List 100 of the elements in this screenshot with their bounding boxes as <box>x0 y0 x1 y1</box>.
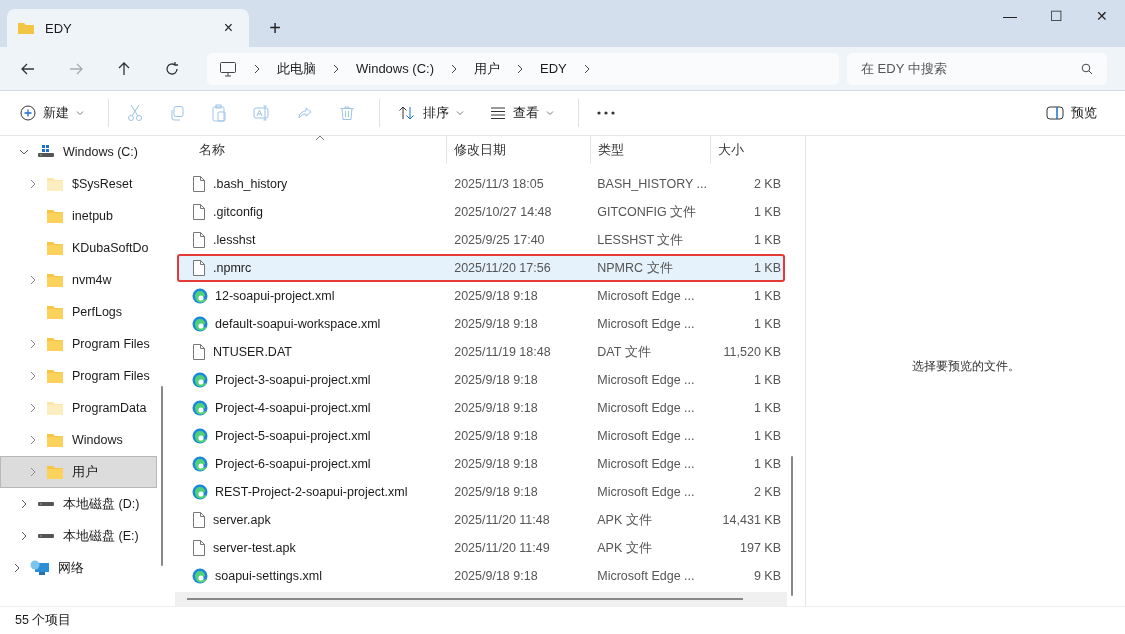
chevron-icon[interactable] <box>19 531 29 541</box>
sort-up-icon <box>315 135 325 141</box>
chevron-icon[interactable] <box>19 499 29 509</box>
up-icon[interactable] <box>116 60 132 77</box>
chevron-icon[interactable] <box>28 435 38 445</box>
file-row[interactable]: .lesshst 2025/9/25 17:40 LESSHST 文件 1 KB <box>177 226 785 254</box>
file-row[interactable]: NTUSER.DAT 2025/11/19 18:48 DAT 文件 11,520 KB <box>177 338 785 366</box>
sidebar-item[interactable]: Program Files <box>0 328 157 360</box>
folder-icon <box>17 20 35 36</box>
sidebar-item[interactable]: 用户 <box>0 456 157 488</box>
preview-button[interactable]: 预览 <box>1036 96 1107 130</box>
breadcrumb-item[interactable]: 此电脑 <box>277 59 316 78</box>
modified-date: 2025/9/18 9:18 <box>454 485 538 499</box>
edge-icon <box>192 568 208 584</box>
close-button[interactable]: ✕ <box>1079 0 1125 32</box>
sidebar-item[interactable]: PerfLogs <box>0 296 157 328</box>
sidebar-item[interactable]: ProgramData <box>0 392 157 424</box>
new-button[interactable]: 新建 <box>10 96 94 130</box>
file-name: server-test.apk <box>213 541 296 555</box>
address-bar[interactable]: 此电脑 Windows (C:) 用户 EDY <box>207 52 839 85</box>
sort-button[interactable]: 排序 <box>388 96 474 130</box>
modified-date: 2025/9/18 9:18 <box>454 457 538 471</box>
modified-date: 2025/9/18 9:18 <box>454 569 538 583</box>
file-size: 1 KB <box>753 429 781 443</box>
file-row[interactable]: .bash_history 2025/11/3 18:05 BASH_HISTORY ... 2 KB <box>177 170 785 198</box>
file-name: .npmrc <box>213 261 252 275</box>
file-type: Microsoft Edge ... <box>597 373 695 387</box>
file-size: 2 KB <box>753 485 781 499</box>
file-row[interactable]: default-soapui-workspace.xml 2025/9/18 9:18 Microsoft Edge ... 1 KB <box>177 310 785 338</box>
file-row[interactable]: server-test.apk 2025/11/20 11:49 APK 文件 197 KB <box>177 534 785 562</box>
column-header[interactable]: 大小 <box>711 136 787 164</box>
computer-icon <box>219 60 237 77</box>
sidebar-item[interactable]: KDubaSoftDo <box>0 232 157 264</box>
chevron-icon[interactable] <box>28 179 38 189</box>
file-row[interactable]: .gitconfig 2025/10/27 14:48 GITCONFIG 文件 1 KB <box>177 198 785 226</box>
minimize-button[interactable]: — <box>987 0 1033 32</box>
sidebar-item[interactable]: 本地磁盘 (D:) <box>0 488 157 520</box>
file-row[interactable]: server.apk 2025/11/20 11:48 APK 文件 14,431 KB <box>177 506 785 534</box>
search-field[interactable]: 在 EDY 中搜索 <box>847 52 1107 85</box>
scrollbar-thumb[interactable] <box>161 386 163 566</box>
column-header[interactable]: 修改日期 <box>447 136 591 164</box>
scrollbar-thumb[interactable] <box>791 456 793 596</box>
modified-date: 2025/10/27 14:48 <box>454 205 552 219</box>
file-row[interactable]: soapui-settings.xml 2025/9/18 9:18 Microsoft Edge ... 9 KB <box>177 562 785 590</box>
chevron-icon[interactable] <box>28 371 38 381</box>
modified-date: 2025/9/18 9:18 <box>454 373 538 387</box>
modified-date: 2025/9/18 9:18 <box>454 289 538 303</box>
sidebar-item[interactable]: $SysReset <box>0 168 157 200</box>
chevron-icon[interactable] <box>28 275 38 285</box>
breadcrumb-item[interactable]: Windows (C:) <box>356 61 434 76</box>
file-row[interactable]: Project-6-soapui-project.xml 2025/9/18 9:18 Microsoft Edge ... 1 KB <box>177 450 785 478</box>
file-row[interactable]: Project-5-soapui-project.xml 2025/9/18 9:18 Microsoft Edge ... 1 KB <box>177 422 785 450</box>
chevron-icon[interactable] <box>28 403 38 413</box>
chevron-icon[interactable] <box>28 339 38 349</box>
modified-date: 2025/11/20 11:48 <box>454 513 550 527</box>
maximize-button[interactable]: ☐ <box>1033 0 1079 32</box>
file-name: .bash_history <box>213 177 288 191</box>
chevron-icon[interactable] <box>19 147 29 157</box>
file-type: GITCONFIG 文件 <box>597 203 697 221</box>
sidebar-item[interactable]: Windows <box>0 424 157 456</box>
file-type: Microsoft Edge ... <box>597 569 695 583</box>
chevron-icon[interactable] <box>12 563 22 573</box>
sidebar-item[interactable]: 网络 <box>0 552 157 584</box>
sidebar-item[interactable]: Program Files <box>0 360 157 392</box>
file-name: Project-4-soapui-project.xml <box>215 401 371 415</box>
file-size: 1 KB <box>753 289 781 303</box>
file-size: 197 KB <box>740 541 781 555</box>
modified-date: 2025/9/18 9:18 <box>454 317 538 331</box>
network-icon <box>30 560 50 576</box>
sidebar-item[interactable]: inetpub <box>0 200 157 232</box>
scrollbar-thumb[interactable] <box>187 598 743 600</box>
column-header[interactable]: 名称 <box>175 136 447 164</box>
edge-icon <box>192 316 208 332</box>
caret-icon <box>546 110 554 116</box>
new-tab-button[interactable]: + <box>255 9 295 47</box>
file-name: Project-5-soapui-project.xml <box>215 429 371 443</box>
file-row[interactable]: Project-4-soapui-project.xml 2025/9/18 9:18 Microsoft Edge ... 1 KB <box>177 394 785 422</box>
file-icon <box>192 259 206 277</box>
sidebar-item[interactable]: nvm4w <box>0 264 157 296</box>
file-size: 1 KB <box>753 261 781 275</box>
file-row[interactable]: 12-soapui-project.xml 2025/9/18 9:18 Microsoft Edge ... 1 KB <box>177 282 785 310</box>
file-name: Project-3-soapui-project.xml <box>215 373 371 387</box>
file-size: 1 KB <box>753 233 781 247</box>
file-type: Microsoft Edge ... <box>597 429 695 443</box>
modified-date: 2025/9/25 17:40 <box>454 233 545 247</box>
close-tab-button[interactable]: × <box>217 18 239 38</box>
file-name: server.apk <box>213 513 271 527</box>
edge-icon <box>192 456 208 472</box>
window-tab[interactable]: EDY × <box>7 9 249 47</box>
sidebar-item[interactable]: 本地磁盘 (E:) <box>0 520 157 552</box>
file-row[interactable]: .npmrc 2025/11/20 17:56 NPMRC 文件 1 KB <box>177 254 785 282</box>
file-row[interactable]: Project-3-soapui-project.xml 2025/9/18 9:18 Microsoft Edge ... 1 KB <box>177 366 785 394</box>
file-row[interactable]: REST-Project-2-soapui-project.xml 2025/9/18 9:18 Microsoft Edge ... 2 KB <box>177 478 785 506</box>
sidebar-item[interactable]: Windows (C:) <box>0 136 157 168</box>
view-button[interactable]: 查看 <box>480 96 564 130</box>
refresh-icon[interactable] <box>164 60 180 77</box>
drive-icon <box>37 501 55 507</box>
breadcrumb-item[interactable]: EDY <box>540 61 567 76</box>
column-header[interactable]: 类型 <box>591 136 711 164</box>
breadcrumb-item[interactable]: 用户 <box>474 59 500 78</box>
